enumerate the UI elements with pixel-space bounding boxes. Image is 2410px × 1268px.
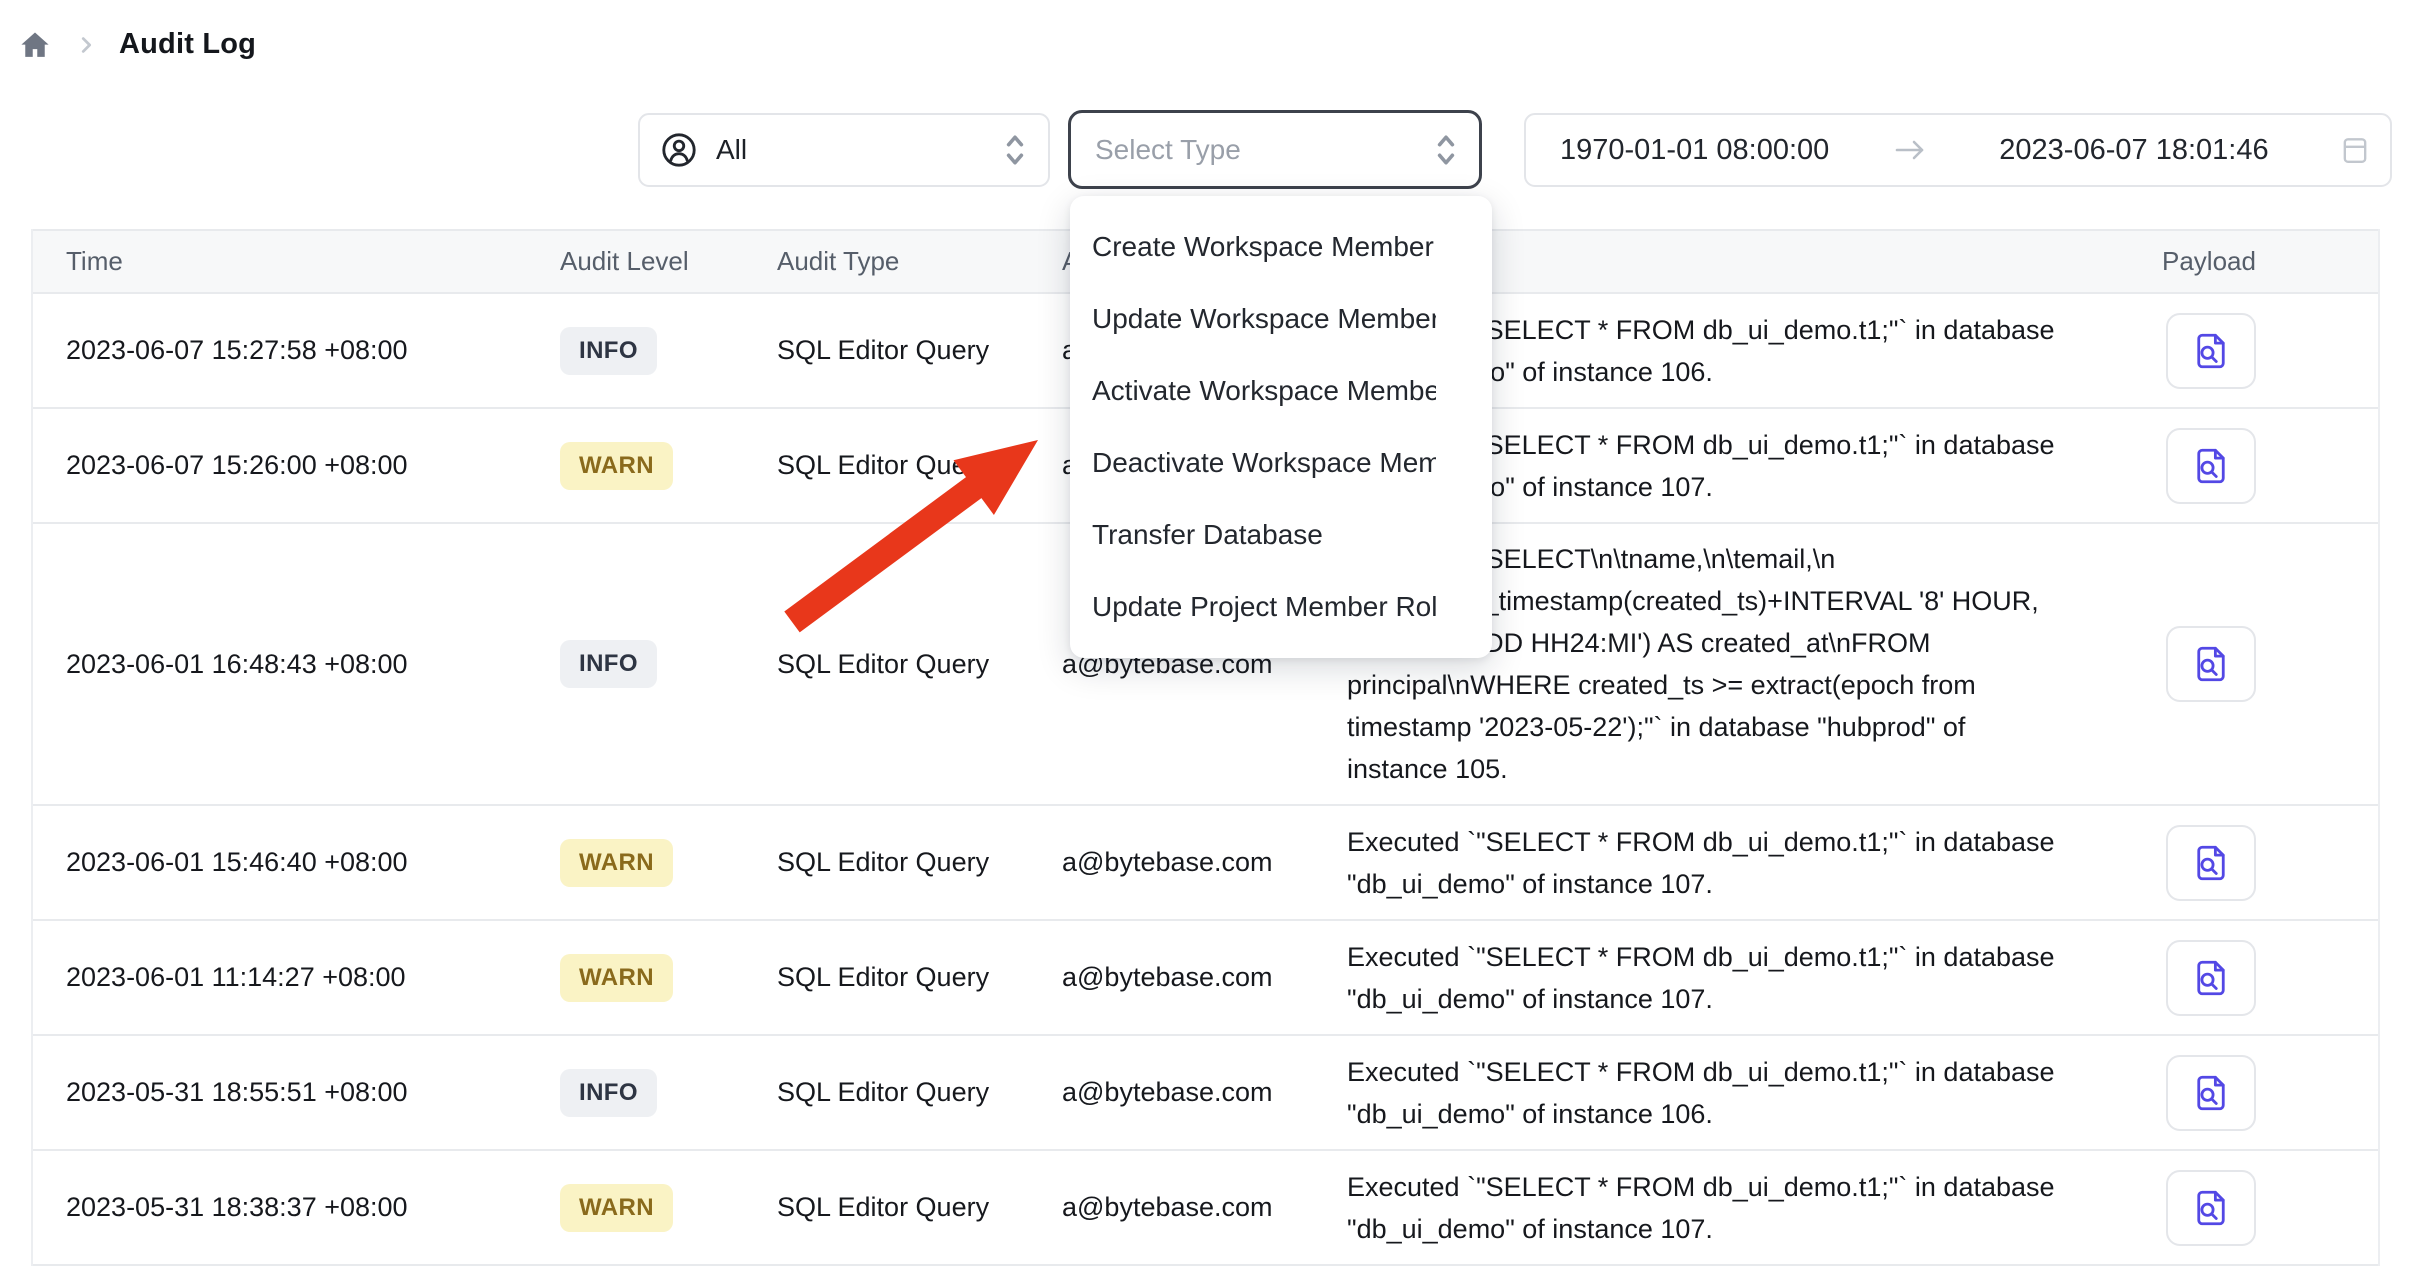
file-search-icon: [2190, 957, 2232, 999]
breadcrumb: Audit Log: [19, 28, 256, 61]
file-search-icon: [2190, 643, 2232, 685]
user-circle-icon: [660, 131, 698, 169]
payload-cell: [2142, 1055, 2382, 1131]
audit-type-cell: SQL Editor Query: [777, 335, 1062, 366]
home-icon[interactable]: [19, 29, 51, 61]
payload-view-button[interactable]: [2166, 428, 2256, 504]
audit-time-cell: 2023-06-01 15:46:40 +08:00: [66, 847, 560, 878]
table-row: 2023-05-31 18:38:37 +08:00 WARN SQL Edit…: [33, 1151, 2378, 1266]
audit-level-cell: WARN: [560, 954, 777, 1002]
file-search-icon: [2190, 842, 2232, 884]
type-menu-item[interactable]: Create Workspace Member: [1070, 211, 1492, 283]
page-title: Audit Log: [119, 28, 256, 61]
audit-level-cell: WARN: [560, 442, 777, 490]
header-time: Time: [66, 246, 560, 277]
table-row: 2023-06-01 15:46:40 +08:00 WARN SQL Edit…: [33, 806, 2378, 921]
header-level: Audit Level: [560, 246, 777, 277]
payload-cell: [2142, 626, 2382, 702]
type-menu-item[interactable]: Activate Workspace Member: [1070, 355, 1492, 427]
calendar-icon: [2342, 135, 2368, 165]
audit-level-badge: WARN: [560, 954, 673, 1002]
audit-actor-cell: a@bytebase.com: [1062, 847, 1347, 878]
table-row: 2023-05-31 18:55:51 +08:00 INFO SQL Edit…: [33, 1036, 2378, 1151]
audit-comment-cell: Executed `"SELECT * FROM db_ui_demo.t1;"…: [1347, 1152, 2142, 1264]
type-menu-item[interactable]: Update Project Member Role: [1070, 571, 1492, 643]
file-search-icon: [2190, 1187, 2232, 1229]
audit-type-cell: SQL Editor Query: [777, 1192, 1062, 1223]
payload-cell: [2142, 1170, 2382, 1246]
audit-level-badge: INFO: [560, 327, 657, 375]
audit-comment-cell: Executed `"SELECT * FROM db_ui_demo.t1;"…: [1347, 922, 2142, 1034]
actor-filter-select[interactable]: All: [638, 113, 1050, 187]
date-range-picker[interactable]: 1970-01-01 08:00:00 2023-06-07 18:01:46: [1524, 113, 2392, 187]
audit-time-cell: 2023-06-01 16:48:43 +08:00: [66, 649, 560, 680]
type-menu-item[interactable]: Transfer Database: [1070, 499, 1492, 571]
audit-type-cell: SQL Editor Query: [777, 962, 1062, 993]
payload-cell: [2142, 825, 2382, 901]
audit-actor-cell: a@bytebase.com: [1062, 1077, 1347, 1108]
audit-time-cell: 2023-06-07 15:26:00 +08:00: [66, 450, 560, 481]
audit-time-cell: 2023-05-31 18:55:51 +08:00: [66, 1077, 560, 1108]
audit-actor-cell: a@bytebase.com: [1062, 962, 1347, 993]
table-row: 2023-06-01 11:14:27 +08:00 WARN SQL Edit…: [33, 921, 2378, 1036]
audit-level-badge: INFO: [560, 640, 657, 688]
audit-type-cell: SQL Editor Query: [777, 649, 1062, 680]
audit-level-badge: INFO: [560, 1069, 657, 1117]
payload-view-button[interactable]: [2166, 313, 2256, 389]
type-menu-item-label: Transfer Database: [1092, 499, 1436, 571]
audit-level-badge: WARN: [560, 839, 673, 887]
payload-view-button[interactable]: [2166, 940, 2256, 1016]
arrow-right-icon: [1893, 138, 1927, 162]
type-menu-item[interactable]: Update Workspace Member: [1070, 283, 1492, 355]
audit-level-cell: WARN: [560, 839, 777, 887]
payload-view-button[interactable]: [2166, 825, 2256, 901]
payload-view-button[interactable]: [2166, 1170, 2256, 1246]
file-search-icon: [2190, 445, 2232, 487]
payload-cell: [2142, 428, 2382, 504]
header-type: Audit Type: [777, 246, 1062, 277]
type-menu-item-label: Deactivate Workspace Member: [1092, 427, 1436, 499]
type-menu-item-label: Update Project Member Role: [1092, 571, 1436, 643]
audit-level-cell: INFO: [560, 640, 777, 688]
file-search-icon: [2190, 330, 2232, 372]
audit-time-cell: 2023-05-31 18:38:37 +08:00: [66, 1192, 560, 1223]
audit-actor-cell: a@bytebase.com: [1062, 1192, 1347, 1223]
payload-view-button[interactable]: [2166, 1055, 2256, 1131]
audit-type-cell: SQL Editor Query: [777, 450, 1062, 481]
payload-view-button[interactable]: [2166, 626, 2256, 702]
audit-comment-cell: Executed `"SELECT * FROM db_ui_demo.t1;"…: [1347, 1037, 2142, 1149]
header-payload: Payload: [2142, 246, 2382, 277]
actor-filter-value: All: [716, 134, 1002, 166]
payload-cell: [2142, 940, 2382, 1016]
type-menu-item-label: Activate Workspace Member: [1092, 355, 1436, 427]
audit-level-badge: WARN: [560, 1184, 673, 1232]
date-range-start[interactable]: 1970-01-01 08:00:00: [1560, 134, 1829, 167]
audit-comment-cell: Executed `"SELECT * FROM db_ui_demo.t1;"…: [1347, 807, 2142, 919]
chevron-up-down-icon: [1433, 133, 1459, 167]
audit-level-cell: INFO: [560, 327, 777, 375]
file-search-icon: [2190, 1072, 2232, 1114]
payload-cell: [2142, 313, 2382, 389]
date-range-end[interactable]: 2023-06-07 18:01:46: [1999, 134, 2342, 167]
chevron-up-down-icon: [1002, 133, 1028, 167]
type-filter-placeholder: Select Type: [1095, 134, 1433, 166]
audit-level-cell: INFO: [560, 1069, 777, 1117]
audit-level-badge: WARN: [560, 442, 673, 490]
audit-type-cell: SQL Editor Query: [777, 1077, 1062, 1108]
audit-log-page: Audit Log All Select Type 1970-01-01 08:…: [0, 0, 2410, 1268]
audit-time-cell: 2023-06-07 15:27:58 +08:00: [66, 335, 560, 366]
audit-time-cell: 2023-06-01 11:14:27 +08:00: [66, 962, 560, 993]
type-filter-select[interactable]: Select Type: [1068, 110, 1482, 189]
type-menu-item-label: Create Workspace Member: [1092, 211, 1436, 283]
chevron-right-icon: [75, 34, 97, 56]
audit-type-cell: SQL Editor Query: [777, 847, 1062, 878]
type-select-menu: Create Workspace MemberUpdate Workspace …: [1070, 196, 1492, 658]
type-menu-item-label: Update Workspace Member: [1092, 283, 1436, 355]
audit-level-cell: WARN: [560, 1184, 777, 1232]
type-menu-item[interactable]: Deactivate Workspace Member: [1070, 427, 1492, 499]
